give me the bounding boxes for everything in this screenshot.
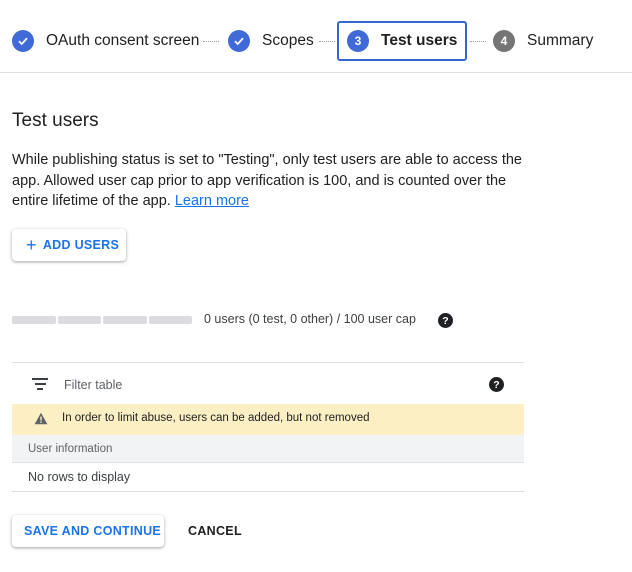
add-users-button[interactable]: + ADD USERS — [12, 229, 126, 261]
stepper: OAuth consent screen Scopes 3 Test users… — [0, 0, 632, 73]
learn-more-link[interactable]: Learn more — [175, 193, 249, 209]
empty-table-message: No rows to display — [28, 470, 131, 484]
user-cap-text: 0 users (0 test, 0 other) / 100 user cap — [204, 312, 416, 326]
help-icon[interactable]: ? — [438, 313, 453, 328]
step-label: Test users — [381, 32, 458, 49]
step-connector — [203, 41, 219, 42]
warning-banner: In order to limit abuse, users can be ad… — [12, 404, 524, 435]
check-icon — [12, 30, 34, 52]
save-and-continue-button[interactable]: SAVE AND CONTINUE — [12, 515, 164, 547]
step-scopes[interactable]: Scopes — [228, 22, 314, 60]
description-text: While publishing status is set to "Testi… — [12, 152, 522, 209]
step-number-badge: 4 — [493, 30, 515, 52]
user-cap-progress — [12, 316, 192, 324]
filter-row: ? — [12, 363, 524, 404]
step-number-badge: 3 — [347, 30, 369, 52]
check-icon — [228, 30, 250, 52]
page-description: While publishing status is set to "Testi… — [12, 150, 532, 212]
step-summary[interactable]: 4 Summary — [493, 22, 593, 60]
cancel-button[interactable]: CANCEL — [176, 515, 254, 547]
page-title: Test users — [12, 110, 99, 131]
step-oauth-consent-screen[interactable]: OAuth consent screen — [12, 22, 199, 60]
filter-table-input[interactable] — [62, 373, 446, 397]
add-users-label: ADD USERS — [42, 238, 120, 252]
warning-icon — [34, 412, 48, 430]
step-label: Summary — [527, 32, 594, 49]
step-test-users[interactable]: 3 Test users — [337, 21, 467, 61]
column-header-user-information[interactable]: User information — [12, 435, 524, 463]
plus-icon: + — [26, 235, 37, 255]
step-label: OAuth consent screen — [46, 32, 200, 49]
step-connector — [470, 41, 486, 42]
filter-icon[interactable] — [32, 378, 48, 390]
help-icon[interactable]: ? — [489, 377, 504, 392]
test-users-table: ? In order to limit abuse, users can be … — [12, 362, 524, 492]
step-label: Scopes — [262, 32, 314, 49]
warning-text: In order to limit abuse, users can be ad… — [62, 412, 370, 424]
step-connector — [319, 41, 335, 42]
